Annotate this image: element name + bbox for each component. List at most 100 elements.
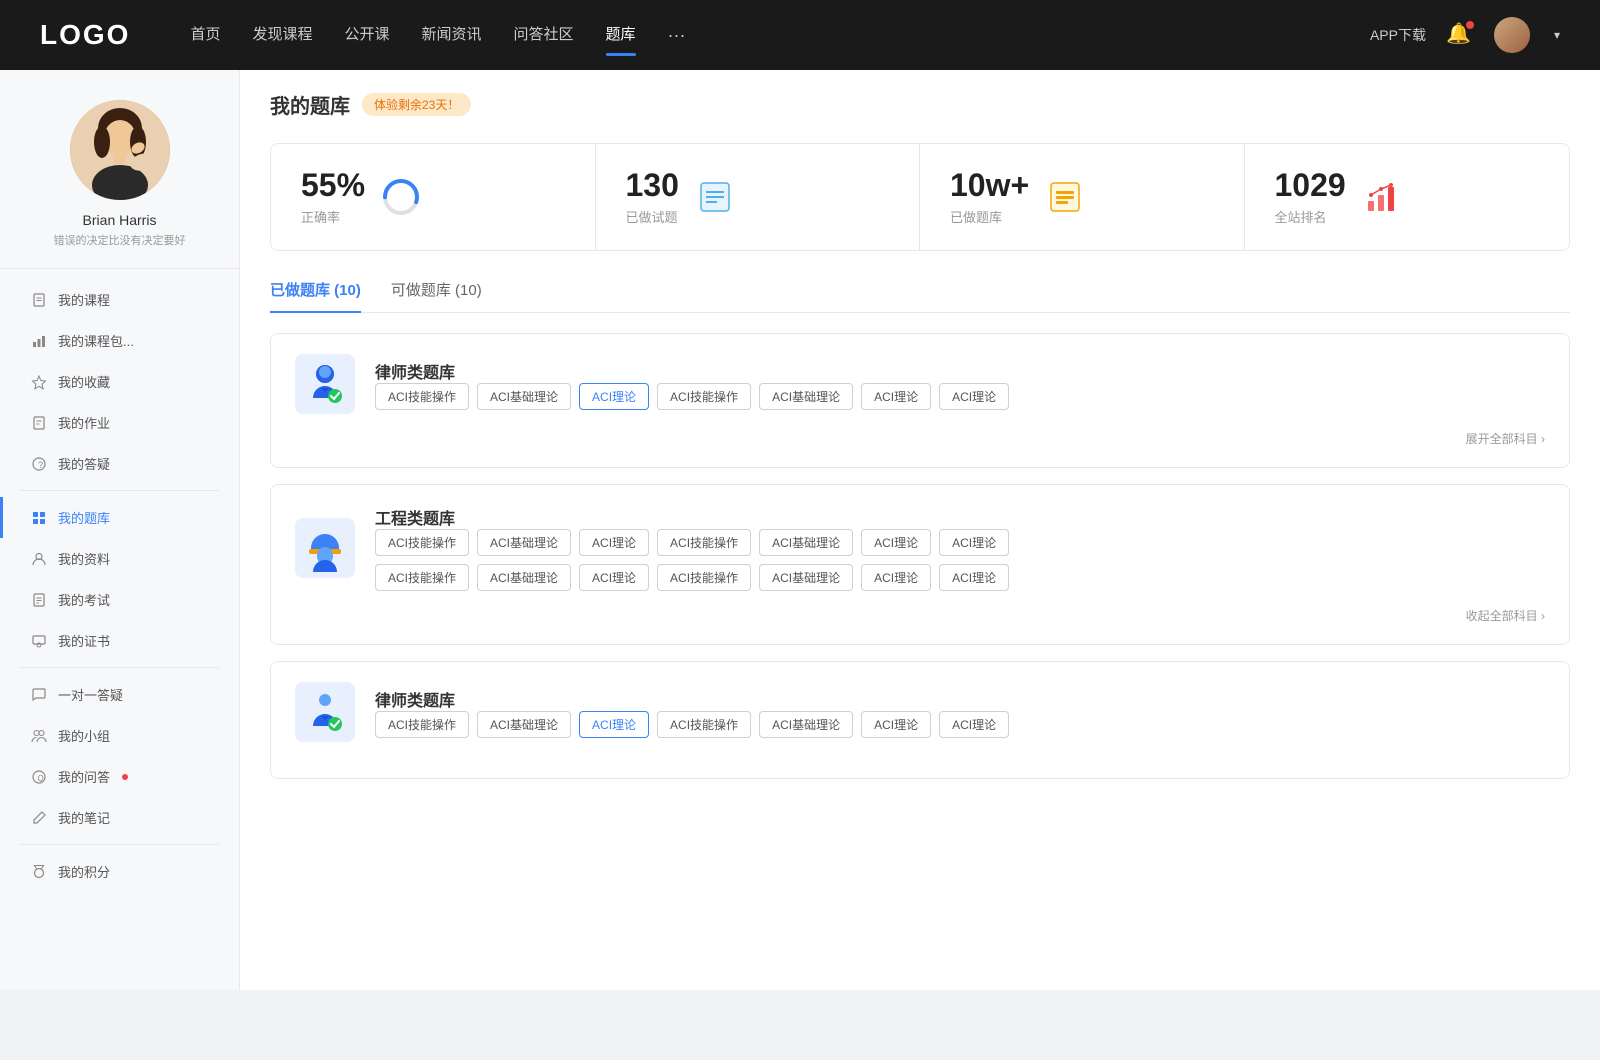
qbank-icon-lawyer-2 xyxy=(295,682,355,742)
tag-1-6[interactable]: ACI理论 xyxy=(939,529,1009,556)
app-download-button[interactable]: APP下载 xyxy=(1370,25,1426,45)
tag-1-10[interactable]: ACI技能操作 xyxy=(657,564,751,591)
tag-0-2[interactable]: ACI理论 xyxy=(579,383,649,410)
stat-correct-rate-label: 正确率 xyxy=(301,207,365,226)
tag-2-3[interactable]: ACI技能操作 xyxy=(657,711,751,738)
nav-news[interactable]: 新闻资讯 xyxy=(422,23,482,48)
sidebar-label-points: 我的积分 xyxy=(58,862,110,881)
tag-2-4[interactable]: ACI基础理论 xyxy=(759,711,853,738)
stat-correct-rate: 55% 正确率 xyxy=(271,144,596,250)
nav-opencourse[interactable]: 公开课 xyxy=(344,23,389,48)
page-title: 我的题库 xyxy=(270,90,350,119)
avatar[interactable] xyxy=(1494,17,1530,53)
tag-1-13[interactable]: ACI理论 xyxy=(939,564,1009,591)
sidebar-label-questions: 我的问答 xyxy=(58,767,110,786)
stat-correct-rate-value: 55% xyxy=(301,168,365,203)
stat-site-rank-value: 1029 xyxy=(1275,168,1346,203)
medal-icon xyxy=(30,863,48,881)
tag-2-5[interactable]: ACI理论 xyxy=(861,711,931,738)
sidebar-item-1on1[interactable]: 一对一答疑 xyxy=(0,674,239,715)
sidebar-item-profile[interactable]: 我的资料 xyxy=(0,538,239,579)
tag-2-1[interactable]: ACI基础理论 xyxy=(477,711,571,738)
tag-2-2[interactable]: ACI理论 xyxy=(579,711,649,738)
sidebar-label-course-package: 我的课程包... xyxy=(58,331,134,350)
tag-2-0[interactable]: ACI技能操作 xyxy=(375,711,469,738)
sidebar-item-my-qa[interactable]: ? 我的答疑 xyxy=(0,443,239,484)
tag-1-2[interactable]: ACI理论 xyxy=(579,529,649,556)
tag-0-5[interactable]: ACI理论 xyxy=(861,383,931,410)
tag-0-4[interactable]: ACI基础理论 xyxy=(759,383,853,410)
sidebar-item-points[interactable]: 我的积分 xyxy=(0,851,239,892)
notification-bell[interactable] xyxy=(1446,21,1474,49)
tag-1-11[interactable]: ACI基础理论 xyxy=(759,564,853,591)
tag-1-1[interactable]: ACI基础理论 xyxy=(477,529,571,556)
qbank-card-0: 律师类题库 ACI技能操作 ACI基础理论 ACI理论 ACI技能操作 ACI基… xyxy=(270,333,1570,468)
qbank-title-text-2: 律师类题库 xyxy=(375,687,1009,711)
tab-available[interactable]: 可做题库 (10) xyxy=(391,279,482,312)
stat-banks-done-value: 10w+ xyxy=(950,168,1029,203)
pencil-icon xyxy=(30,809,48,827)
stat-banks-done-info: 10w+ 已做题库 xyxy=(950,168,1029,226)
trial-badge: 体验剩余23天！ xyxy=(362,93,471,116)
tab-done[interactable]: 已做题库 (10) xyxy=(270,279,361,312)
notification-dot xyxy=(1466,21,1474,29)
expand-button-0[interactable]: 展开全部科目 › xyxy=(1466,430,1545,447)
tag-1-4[interactable]: ACI基础理论 xyxy=(759,529,853,556)
question-icon: ? xyxy=(30,455,48,473)
tag-2-6[interactable]: ACI理论 xyxy=(939,711,1009,738)
stat-site-rank: 1029 全站排名 xyxy=(1245,144,1570,250)
sidebar-label-1on1: 一对一答疑 xyxy=(58,685,123,704)
sidebar-label-my-qa: 我的答疑 xyxy=(58,454,110,473)
tag-1-5[interactable]: ACI理论 xyxy=(861,529,931,556)
avatar-dropdown-chevron[interactable]: ▾ xyxy=(1554,28,1560,42)
tag-1-12[interactable]: ACI理论 xyxy=(861,564,931,591)
page-header: 我的题库 体验剩余23天！ xyxy=(270,90,1570,119)
group-icon xyxy=(30,727,48,745)
sidebar-item-exam[interactable]: 我的考试 xyxy=(0,579,239,620)
avatar-svg xyxy=(70,100,170,200)
collapse-button-1[interactable]: 收起全部科目 › xyxy=(1466,607,1545,624)
qbank-content-2: 律师类题库 ACI技能操作 ACI基础理论 ACI理论 ACI技能操作 ACI基… xyxy=(375,687,1009,738)
stat-site-rank-info: 1029 全站排名 xyxy=(1275,168,1346,226)
sidebar-item-course-package[interactable]: 我的课程包... xyxy=(0,320,239,361)
sidebar-item-certificate[interactable]: 我的证书 xyxy=(0,620,239,661)
sidebar-item-questions[interactable]: Q 我的问答 xyxy=(0,756,239,797)
tag-1-7[interactable]: ACI技能操作 xyxy=(375,564,469,591)
sidebar-item-group[interactable]: 我的小组 xyxy=(0,715,239,756)
tag-1-3[interactable]: ACI技能操作 xyxy=(657,529,751,556)
sidebar-label-qbank: 我的题库 xyxy=(58,508,110,527)
sidebar-item-qbank[interactable]: 我的题库 xyxy=(0,497,239,538)
stat-questions-done-icon xyxy=(695,177,735,217)
tag-1-8[interactable]: ACI基础理论 xyxy=(477,564,571,591)
stat-site-rank-icon xyxy=(1362,177,1402,217)
sidebar-item-favorites[interactable]: 我的收藏 xyxy=(0,361,239,402)
qbank-header-0: 律师类题库 ACI技能操作 ACI基础理论 ACI理论 ACI技能操作 ACI基… xyxy=(295,354,1545,414)
sidebar-label-homework: 我的作业 xyxy=(58,413,110,432)
sidebar-item-homework[interactable]: 我的作业 xyxy=(0,402,239,443)
tag-0-6[interactable]: ACI理论 xyxy=(939,383,1009,410)
profile-motto: 错误的决定比没有决定要好 xyxy=(54,232,186,248)
main-layout: Brian Harris 错误的决定比没有决定要好 我的课程 我的课程包... xyxy=(0,70,1600,990)
qbank-header-2: 律师类题库 ACI技能操作 ACI基础理论 ACI理论 ACI技能操作 ACI基… xyxy=(295,682,1545,742)
chart-icon xyxy=(30,332,48,350)
tag-0-0[interactable]: ACI技能操作 xyxy=(375,383,469,410)
stat-banks-done-label: 已做题库 xyxy=(950,207,1029,226)
nav-qbank[interactable]: 题库 xyxy=(606,23,636,48)
tag-0-3[interactable]: ACI技能操作 xyxy=(657,383,751,410)
nav-right: APP下载 ▾ xyxy=(1370,17,1560,53)
cert-icon xyxy=(30,632,48,650)
nav-discover[interactable]: 发现课程 xyxy=(252,23,312,48)
nav-more[interactable]: ··· xyxy=(668,25,686,46)
profile-section: Brian Harris 错误的决定比没有决定要好 xyxy=(0,100,239,269)
logo[interactable]: LOGO xyxy=(40,19,130,51)
nav-home[interactable]: 首页 xyxy=(190,23,220,48)
main-content: 我的题库 体验剩余23天！ 55% 正确率 xyxy=(240,70,1600,990)
sidebar-item-my-course[interactable]: 我的课程 xyxy=(0,279,239,320)
tag-0-1[interactable]: ACI基础理论 xyxy=(477,383,571,410)
stat-questions-done-value: 130 xyxy=(626,168,679,203)
nav-qa[interactable]: 问答社区 xyxy=(514,23,574,48)
tag-1-9[interactable]: ACI理论 xyxy=(579,564,649,591)
sidebar-item-notes[interactable]: 我的笔记 xyxy=(0,797,239,838)
tag-1-0[interactable]: ACI技能操作 xyxy=(375,529,469,556)
qbank-card-1: 工程类题库 ACI技能操作 ACI基础理论 ACI理论 ACI技能操作 ACI基… xyxy=(270,484,1570,645)
